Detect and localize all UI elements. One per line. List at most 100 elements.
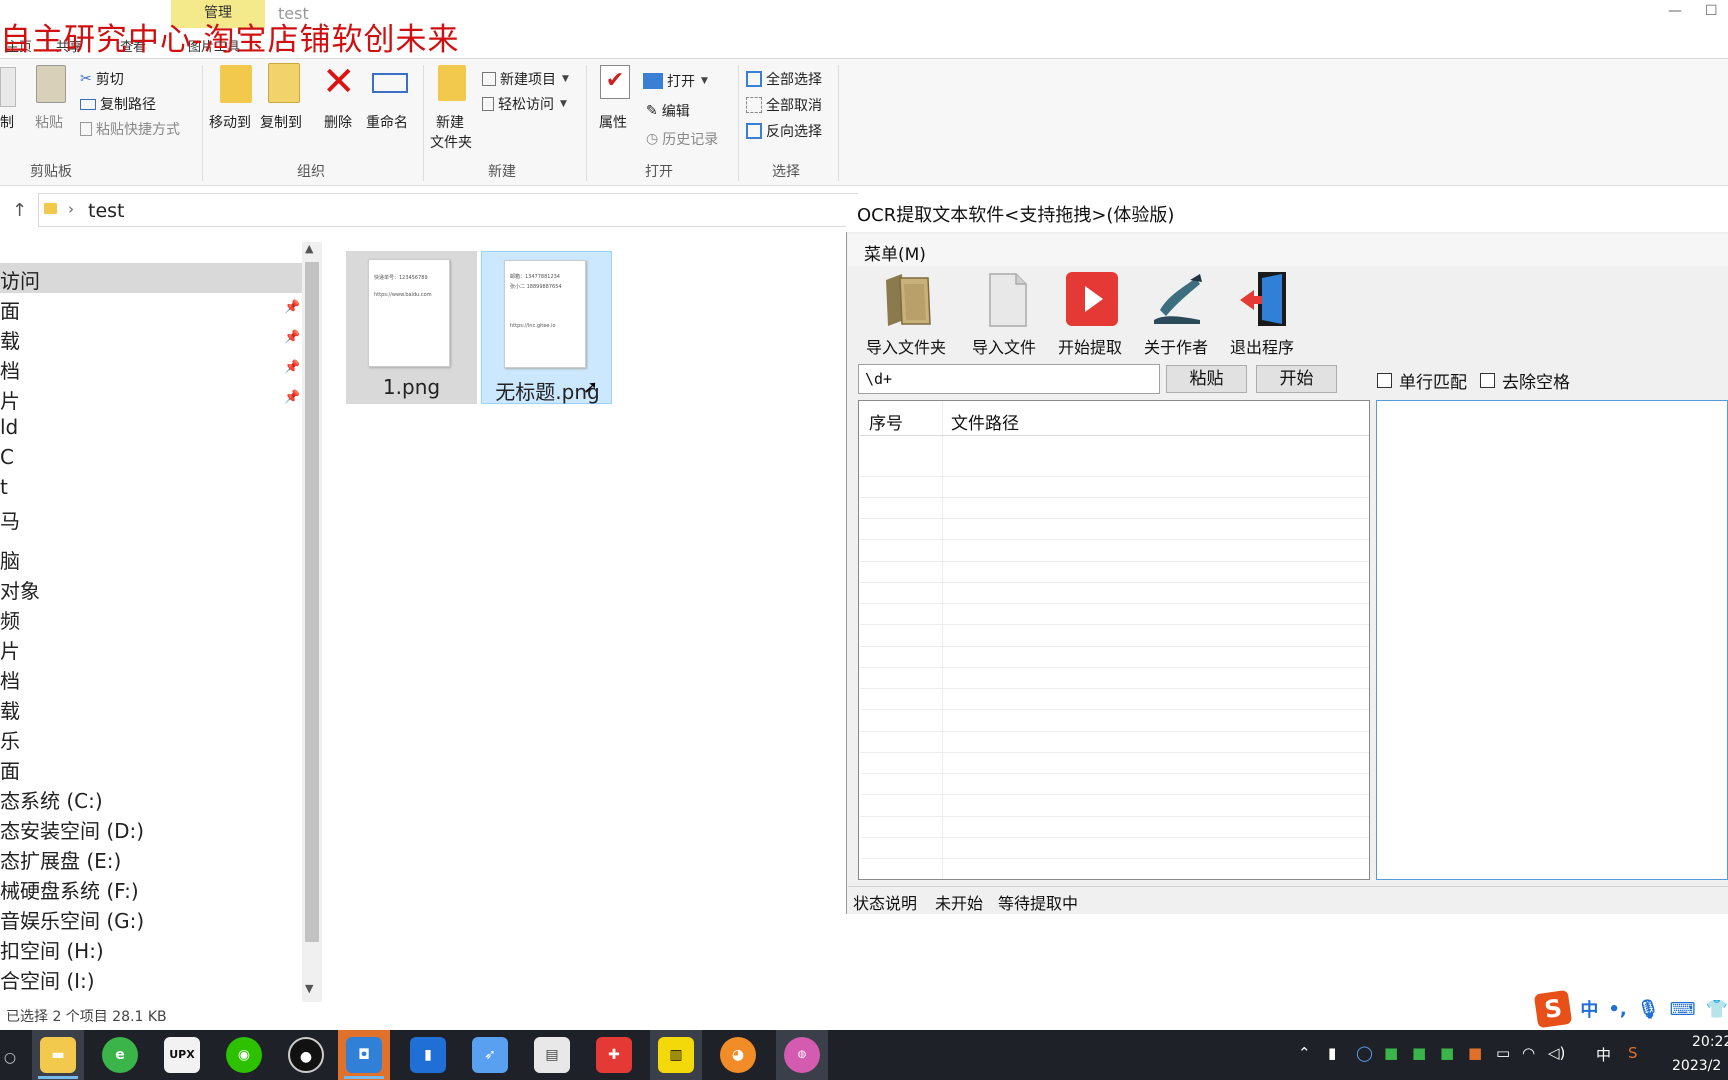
upx-app-icon[interactable]: UPX — [164, 1037, 200, 1073]
feishu-app-icon[interactable]: ➶ — [472, 1037, 508, 1073]
start-extract-button[interactable]: 开始提取 — [1046, 268, 1134, 358]
table-row[interactable] — [860, 518, 1369, 519]
ocr-app-icon[interactable]: ◘ — [346, 1037, 382, 1073]
nav-item[interactable]: 对象 — [0, 575, 40, 604]
result-textarea[interactable] — [1376, 400, 1728, 880]
rename-icon[interactable] — [372, 73, 408, 93]
pin-icon[interactable]: 📌 — [284, 360, 300, 375]
table-row[interactable] — [860, 603, 1369, 604]
history-button[interactable]: ◷ 历史记录 — [646, 129, 718, 149]
nav-item[interactable]: ld — [0, 415, 18, 439]
table-row[interactable] — [860, 561, 1369, 562]
pin-icon[interactable]: 📌 — [284, 330, 300, 345]
move-to-icon[interactable] — [220, 65, 252, 103]
nav-drive-c[interactable]: 态系统 (C:) — [0, 785, 103, 814]
new-folder-button-line2[interactable]: 文件夹 — [430, 132, 472, 152]
obs-app-icon[interactable]: ● — [288, 1037, 324, 1073]
sogou-logo-icon[interactable]: S — [1533, 989, 1573, 1029]
tray-app-icon[interactable]: ■ — [1412, 1044, 1426, 1062]
copy-icon[interactable] — [0, 67, 16, 107]
table-row[interactable] — [860, 476, 1369, 477]
remove-space-checkbox[interactable]: 去除空格 — [1480, 368, 1570, 393]
nav-drive-g[interactable]: 音娱乐空间 (G:) — [0, 905, 144, 934]
smart-app-icon[interactable]: ◍ — [784, 1037, 820, 1073]
document-app-icon[interactable]: ▤ — [534, 1037, 570, 1073]
table-row[interactable] — [860, 837, 1369, 838]
maximize-icon[interactable]: ☐ — [1705, 3, 1718, 19]
start-button[interactable]: 开始 — [1256, 365, 1337, 393]
address-input[interactable] — [38, 193, 858, 227]
pin-icon[interactable]: 📌 — [284, 300, 300, 315]
mic-icon[interactable]: ▮ — [1328, 1044, 1336, 1062]
cortana-icon[interactable]: ◯ — [1356, 1044, 1373, 1062]
about-author-button[interactable]: 关于作者 — [1132, 268, 1220, 358]
clock-time[interactable]: 20:22 — [1692, 1034, 1728, 1050]
paste-icon[interactable] — [36, 65, 66, 103]
table-row[interactable] — [860, 731, 1369, 732]
new-item-button[interactable]: 新建项目 ▼ — [482, 69, 569, 89]
chevron-up-icon[interactable]: ⌃ — [1298, 1044, 1311, 1062]
open-button[interactable]: 打开 ▼ — [643, 71, 708, 91]
nav-item[interactable]: 面 — [0, 755, 20, 784]
paste-button[interactable]: 粘贴 — [1166, 365, 1247, 393]
input-language[interactable]: 中 — [1596, 1044, 1611, 1065]
nav-item[interactable]: t — [0, 475, 8, 499]
media-app-icon[interactable]: ◕ — [720, 1037, 756, 1073]
tray-app-icon[interactable]: ■ — [1440, 1044, 1454, 1062]
minimize-icon[interactable]: — — [1668, 3, 1682, 19]
properties-button[interactable]: 属性 — [599, 112, 627, 132]
nav-item[interactable]: 马 — [0, 505, 20, 534]
file-item[interactable]: 快递单号：123456789 https://www.baidu.com 1.p… — [346, 251, 477, 404]
copy-to-button[interactable]: 复制到 — [260, 112, 302, 132]
move-to-button[interactable]: 移动到 — [209, 112, 251, 132]
nav-quick-access[interactable]: 访问 — [0, 265, 40, 294]
ime-lang[interactable]: 中 — [1580, 996, 1598, 1022]
table-row[interactable] — [860, 624, 1369, 625]
table-row[interactable] — [860, 539, 1369, 540]
tray-app-icon[interactable]: ■ — [1384, 1044, 1398, 1062]
table-row[interactable] — [860, 752, 1369, 753]
exit-program-button[interactable]: 退出程序 — [1218, 268, 1306, 358]
chart-app-icon[interactable]: ▥ — [658, 1037, 694, 1073]
wifi-icon[interactable]: ◠ — [1522, 1044, 1535, 1062]
search-icon[interactable]: ○ — [0, 1040, 28, 1076]
clock-date[interactable]: 2023/2 — [1672, 1058, 1721, 1074]
sogou-tray-icon[interactable]: S — [1628, 1044, 1638, 1062]
new-folder-icon[interactable] — [438, 65, 466, 101]
volume-icon[interactable]: ◁) — [1548, 1044, 1565, 1062]
nav-quick-access-highlight[interactable] — [0, 263, 302, 293]
mic-icon[interactable]: 🎙 — [1637, 999, 1660, 1020]
column-header-index[interactable]: 序号 — [869, 409, 903, 434]
easy-access-button[interactable]: 轻松访问 ▼ — [482, 94, 567, 114]
nav-item[interactable]: 脑 — [0, 545, 20, 574]
pin-icon[interactable]: 📌 — [284, 390, 300, 405]
copy-button[interactable]: 制 — [0, 112, 14, 132]
paste-button[interactable]: 粘贴 — [35, 112, 63, 132]
nav-item[interactable]: 载 — [0, 325, 20, 354]
cut-button[interactable]: ✂ 剪切 — [80, 69, 124, 89]
delete-icon[interactable]: ✕ — [322, 59, 356, 105]
paste-shortcut-button[interactable]: 粘贴快捷方式 — [80, 119, 180, 139]
table-row[interactable] — [860, 773, 1369, 774]
nav-drive-i[interactable]: 合空间 (I:) — [0, 965, 95, 994]
properties-icon[interactable]: ✔ — [600, 65, 630, 99]
nav-drive-h[interactable]: 扣空间 (H:) — [0, 935, 104, 964]
table-row[interactable] — [860, 667, 1369, 668]
column-header-path[interactable]: 文件路径 — [951, 409, 1019, 434]
table-row[interactable] — [860, 709, 1369, 710]
copy-to-icon[interactable] — [268, 63, 300, 103]
nav-item[interactable]: 面 — [0, 295, 20, 324]
puzzle-app-icon[interactable]: ✚ — [596, 1037, 632, 1073]
chevron-right-icon[interactable]: › — [68, 200, 74, 218]
table-row[interactable] — [860, 688, 1369, 689]
table-row[interactable] — [860, 794, 1369, 795]
delete-button[interactable]: 删除 — [324, 112, 352, 132]
table-row[interactable] — [860, 858, 1369, 859]
single-line-checkbox[interactable]: 单行匹配 — [1377, 368, 1467, 393]
file-list-table[interactable]: 序号 文件路径 — [858, 400, 1370, 880]
ime-toolbar[interactable]: S 中 •, 🎙 ⌨ 👕 — [1533, 989, 1728, 1029]
nav-item[interactable]: 档 — [0, 355, 20, 384]
nav-drive-e[interactable]: 态扩展盘 (E:) — [0, 845, 121, 874]
ime-punct[interactable]: •, — [1608, 999, 1626, 1020]
select-none-button[interactable]: 全部取消 — [746, 95, 822, 115]
